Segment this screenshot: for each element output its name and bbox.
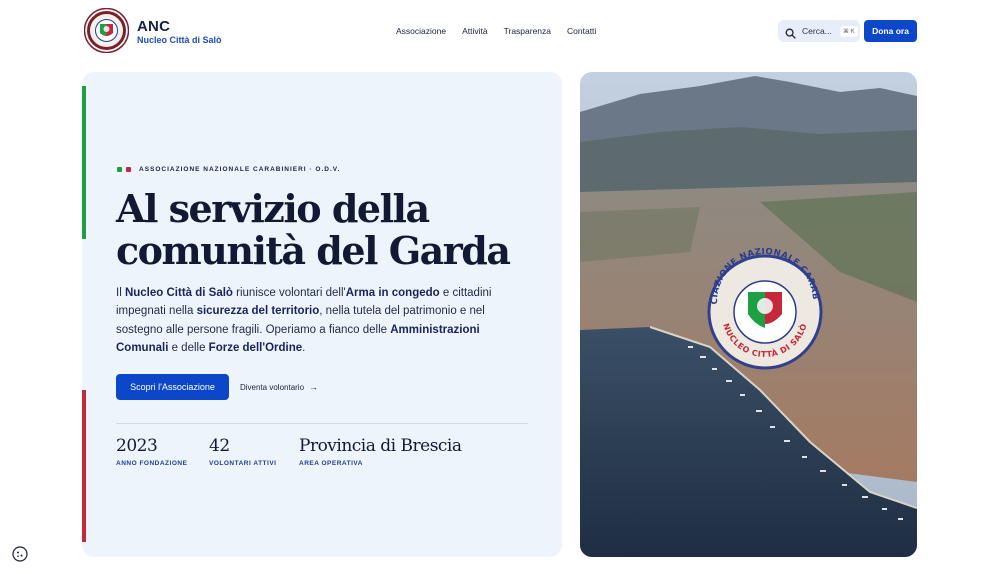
- stat-label: VOLONTARI ATTIVI: [209, 460, 277, 467]
- anc-logo[interactable]: [83, 7, 130, 54]
- stat-area: Provincia di Brescia AREA OPERATIVA: [299, 436, 462, 467]
- arrow-right-icon: →: [309, 382, 319, 392]
- search-placeholder: Cerca...: [802, 26, 832, 36]
- stat-volunteers: 42 VOLONTARI ATTIVI: [209, 436, 276, 467]
- cookie-settings-icon[interactable]: [12, 546, 28, 562]
- desc-text: e delle: [168, 342, 209, 355]
- stat-value: 2023: [116, 436, 158, 456]
- desc-text: Il: [116, 287, 125, 299]
- nav-item-contatti[interactable]: Contatti: [567, 26, 596, 36]
- discover-association-button[interactable]: Scopri l'Associazione: [116, 374, 229, 400]
- brand-subtitle: Nucleo Città di Salò: [137, 35, 222, 45]
- site-header: ANC Nucleo Città di Salò Associazione At…: [0, 0, 1000, 62]
- stat-value: Provincia di Brescia: [299, 436, 462, 456]
- nav-item-attivita[interactable]: Attività: [462, 26, 488, 36]
- stats-divider: [116, 423, 528, 424]
- stat-founded: 2023 ANNO FONDAZIONE: [116, 436, 187, 467]
- headline-line-2: comunità del Garda: [116, 228, 511, 273]
- stat-label: ANNO FONDAZIONE: [116, 460, 188, 467]
- search-shortcut: ⌘ K: [840, 25, 858, 37]
- become-volunteer-link[interactable]: Diventa volontario →: [240, 382, 318, 392]
- stat-value: 42: [209, 436, 230, 456]
- nav-item-associazione[interactable]: Associazione: [396, 26, 446, 36]
- green-dot: [117, 167, 122, 172]
- headline-line-1: Al servizio della: [116, 186, 430, 231]
- desc-bold: Forze dell'Ordine: [208, 342, 303, 355]
- nav-item-trasparenza[interactable]: Trasparenza: [504, 26, 551, 36]
- red-dot: [126, 167, 131, 172]
- desc-text: riunisce volontari dell': [232, 287, 346, 299]
- desc-bold: sicurezza del territorio: [196, 305, 320, 318]
- become-volunteer-label: Diventa volontario: [240, 382, 305, 392]
- flag-stripe-red: [82, 390, 86, 542]
- donate-button[interactable]: Dona ora: [864, 20, 917, 42]
- search-button[interactable]: Cerca... ⌘ K: [778, 20, 860, 42]
- main-nav: Associazione Attività Trasparenza Contat…: [396, 26, 596, 36]
- brand-title: ANC: [137, 18, 171, 35]
- desc-bold: Arma in congedo: [345, 287, 440, 299]
- brand[interactable]: ANC Nucleo Città di Salò: [137, 19, 222, 46]
- search-icon: [785, 26, 796, 39]
- hero-eyebrow: ASSOCIAZIONE NAZIONALE CARABINIERI · O.D…: [117, 166, 340, 173]
- hero-headline: Al servizio della comunità del Garda: [116, 188, 546, 272]
- stat-label: AREA OPERATIVA: [299, 460, 363, 467]
- flag-stripe-green: [82, 86, 86, 239]
- desc-text: .: [302, 342, 306, 355]
- hero-description: Il Nucleo Città di Salò riunisce volonta…: [116, 284, 506, 358]
- hero-photo: ASSOCIAZIONE NAZIONALE CARABINIERI NUCLE…: [580, 72, 917, 557]
- desc-bold: Nucleo Città di Salò: [124, 287, 233, 299]
- eyebrow-text: ASSOCIAZIONE NAZIONALE CARABINIERI · O.D…: [139, 166, 341, 173]
